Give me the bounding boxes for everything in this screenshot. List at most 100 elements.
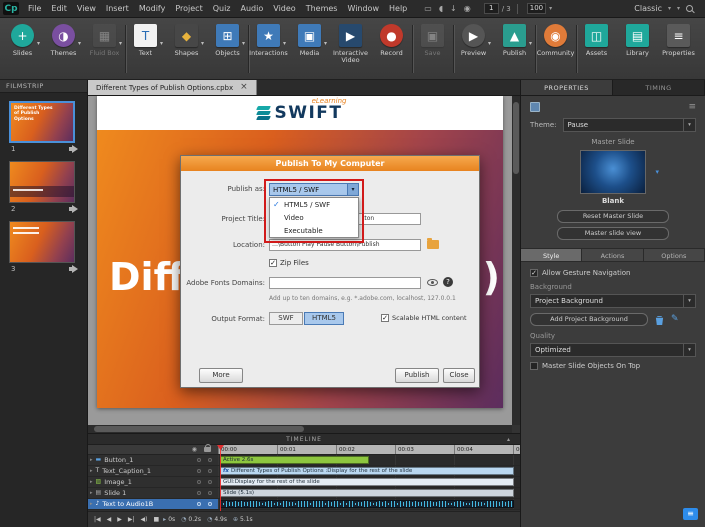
menu-item[interactable]: Modify xyxy=(134,4,171,13)
timeline-options-button[interactable]: ≡ xyxy=(683,508,698,520)
toolbar-button-record[interactable]: ● ▾ Record xyxy=(371,24,413,74)
track-name-cell[interactable]: ▸ T Text_Caption_1 xyxy=(88,466,218,476)
expander-icon[interactable]: ▸ xyxy=(90,457,93,463)
panel-menu-icon[interactable]: ≡ xyxy=(688,102,696,112)
dropdown-option[interactable]: Video xyxy=(270,211,358,224)
captivate-logo[interactable]: Cp xyxy=(3,2,19,15)
menu-item[interactable]: View xyxy=(72,4,101,13)
toolbar-button-themes[interactable]: ◑ ▾ Themes xyxy=(43,24,84,57)
toolbar-button-interactions[interactable]: ★ ▾ Interactions xyxy=(248,24,289,57)
collapse-icon[interactable]: ▴ xyxy=(507,434,510,445)
track-lane[interactable]: GUI:Display for the rest of the slide xyxy=(218,477,520,487)
track-name-cell[interactable]: ▸ ♪ Text to Audio1B xyxy=(88,499,218,509)
chevron-down-icon[interactable]: ▾ xyxy=(242,40,245,47)
workspace-selector[interactable]: Classic xyxy=(634,4,662,13)
step-back-button[interactable]: ◀ xyxy=(107,516,112,523)
toolbar-button-shapes[interactable]: ◆ ▾ Shapes xyxy=(166,24,207,57)
stop-button[interactable]: ■ xyxy=(154,516,160,523)
toolbar-button-slides[interactable]: + ▾ Slides xyxy=(2,24,43,57)
timeline-ruler[interactable]: 00:0000:0100:0200:0300:0400:05 xyxy=(218,445,520,455)
toolbar-button-community[interactable]: ◉ ▾ Community xyxy=(535,24,577,74)
track-toggles[interactable] xyxy=(197,469,212,473)
browse-folder-icon[interactable] xyxy=(427,238,439,249)
menu-item[interactable]: Video xyxy=(268,4,300,13)
menu-item[interactable]: Insert xyxy=(101,4,134,13)
track-name-cell[interactable]: ▸ ▤ Slide 1 xyxy=(88,488,218,498)
chevron-down-icon[interactable]: ▾ xyxy=(78,40,81,47)
timeline-bar[interactable] xyxy=(220,500,514,508)
chevron-down-icon[interactable]: ▾ xyxy=(119,40,122,47)
playhead[interactable] xyxy=(220,445,221,511)
document-tab[interactable]: Different Types of Publish Options.cpbx … xyxy=(88,80,257,95)
track-name-cell[interactable]: ▸ ▨ Image_1 xyxy=(88,477,218,487)
track-toggles[interactable] xyxy=(197,458,212,462)
track-toggles[interactable] xyxy=(197,502,212,506)
chevron-down-icon[interactable]: ▾ xyxy=(283,40,286,47)
slide-audio-icon[interactable] xyxy=(69,265,79,273)
zip-files-checkbox[interactable]: ✓ Zip Files xyxy=(269,259,309,267)
publish-button[interactable]: Publish xyxy=(395,368,439,383)
stage-horizontal-scrollbar[interactable] xyxy=(88,425,512,433)
dialog-title[interactable]: Publish To My Computer xyxy=(181,156,479,171)
menu-item[interactable]: Window xyxy=(342,4,384,13)
scalable-html-checkbox[interactable]: ✓ Scalable HTML content xyxy=(381,314,467,322)
track-toggles[interactable] xyxy=(197,480,212,484)
menu-item[interactable]: Edit xyxy=(46,4,72,13)
play-button[interactable]: ▶ xyxy=(117,516,122,523)
chevron-down-icon[interactable]: ▾ xyxy=(488,40,491,47)
present-screen-icon[interactable]: ▭ xyxy=(424,4,432,13)
dropdown-option[interactable]: ✓ HTML5 / SWF xyxy=(270,198,358,211)
toolbar-button-library[interactable]: ▤ ▾ Library xyxy=(617,24,658,57)
properties-subtab[interactable]: Style xyxy=(521,249,583,261)
track-toggles[interactable] xyxy=(197,491,212,495)
search-icon[interactable] xyxy=(686,5,693,12)
window-caret-icon[interactable]: ▾ xyxy=(677,5,680,12)
close-icon[interactable]: × xyxy=(240,83,248,92)
chevron-down-icon[interactable]: ▾ xyxy=(37,40,40,47)
toolbar-button-text[interactable]: T ▾ Text xyxy=(125,24,166,57)
master-slide-view-button[interactable]: Master slide view xyxy=(557,227,669,240)
expander-icon[interactable]: ▸ xyxy=(90,501,93,507)
toolbar-button-objects[interactable]: ⊞ ▾ Objects xyxy=(207,24,249,74)
menu-item[interactable]: Project xyxy=(170,4,207,13)
menu-item[interactable]: Audio xyxy=(236,4,269,13)
close-button[interactable]: Close xyxy=(443,368,475,383)
help-icon[interactable]: ? xyxy=(443,277,453,287)
master-slide-thumbnail[interactable] xyxy=(580,150,646,194)
toolbar-button-assets[interactable]: ◫ ▾ Assets xyxy=(576,24,617,57)
filmstrip-thumbnail[interactable]: Different Types of Publish Options xyxy=(9,101,75,143)
track-name-cell[interactable]: ▸ ▬ Button_1 xyxy=(88,455,218,465)
more-button[interactable]: More xyxy=(199,368,243,383)
toolbar-button-save[interactable]: ▣ ▾ Save xyxy=(412,24,454,74)
workspace-caret-icon[interactable]: ▾ xyxy=(668,5,671,12)
toolbar-button-media[interactable]: ▣ ▾ Media xyxy=(289,24,330,57)
step-forward-button[interactable]: ▶| xyxy=(128,516,135,523)
master-slide-objects-checkbox[interactable]: Master Slide Objects On Top xyxy=(530,362,696,370)
lock-column-icon[interactable] xyxy=(204,444,211,452)
properties-subtab[interactable]: Options xyxy=(643,249,705,261)
output-swf-button[interactable]: SWF xyxy=(269,312,303,325)
dropdown-option[interactable]: Executable xyxy=(270,224,358,237)
chevron-down-icon[interactable]: ▾ xyxy=(201,40,204,47)
menu-item[interactable]: File xyxy=(23,4,46,13)
slide-number-input[interactable]: 1 xyxy=(483,3,499,14)
gesture-navigation-checkbox[interactable]: ✓ Allow Gesture Navigation xyxy=(530,269,696,277)
visibility-icon[interactable] xyxy=(427,279,438,286)
chevron-down-icon[interactable]: ▾ xyxy=(529,40,532,47)
publish-as-dropdown[interactable]: HTML5 / SWF ▾ xyxy=(269,183,359,196)
toolbar-button-publish[interactable]: ▲ ▾ Publish xyxy=(494,24,536,74)
timeline-bar[interactable]: GUI:Display for the rest of the slide xyxy=(220,478,514,486)
filmstrip-thumbnail[interactable] xyxy=(9,221,75,263)
tab-timing[interactable]: TIMING xyxy=(613,80,705,95)
track-lane[interactable]: fx Different Types of Publish Options :D… xyxy=(218,466,520,476)
capture-icon[interactable]: ◉ xyxy=(464,4,471,13)
go-to-start-button[interactable]: |◀ xyxy=(94,516,101,523)
chevron-down-icon[interactable]: ▾ xyxy=(324,40,327,47)
menu-item[interactable]: Help xyxy=(384,4,412,13)
download-icon[interactable]: ↓ xyxy=(450,4,457,13)
slide-audio-icon[interactable] xyxy=(69,145,79,153)
add-project-background-button[interactable]: Add Project Background xyxy=(530,313,648,326)
toolbar-button-preview[interactable]: ▶ ▾ Preview xyxy=(453,24,494,57)
timeline-bar[interactable]: fx Different Types of Publish Options :D… xyxy=(220,467,514,475)
adobe-fonts-input[interactable] xyxy=(269,277,421,289)
